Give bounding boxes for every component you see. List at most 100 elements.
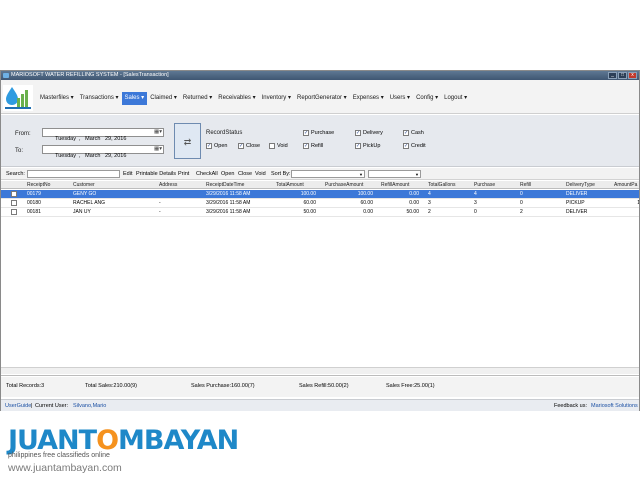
- purchase-checkbox[interactable]: ✓ Purchase: [303, 130, 334, 136]
- menu-item[interactable]: Claimed ▾: [147, 92, 180, 105]
- feedback-label: Feedback us:: [554, 403, 588, 409]
- close-button[interactable]: x: [628, 72, 637, 79]
- print-button[interactable]: Print: [178, 170, 189, 178]
- menu-item[interactable]: Logout ▾: [441, 92, 470, 105]
- refill-checkbox-label: Refill: [311, 143, 324, 149]
- maximize-button[interactable]: □: [618, 72, 627, 79]
- column-header[interactable]: RefillAmount: [381, 181, 423, 189]
- table-cell: PICKUP: [566, 200, 585, 206]
- menu-item[interactable]: Transactions ▾: [77, 92, 122, 105]
- credit-checkbox[interactable]: ✓ Credit: [403, 143, 426, 149]
- table-cell: 50.00: [406, 209, 419, 215]
- pickup-checkbox[interactable]: ✓ PickUp: [355, 143, 380, 149]
- table-cell: 0.00: [409, 191, 419, 197]
- sales-purchase: Sales Purchase:160.00(7): [191, 383, 255, 389]
- table-cell: 2: [520, 209, 523, 215]
- column-header[interactable]: Purchase: [474, 181, 514, 189]
- delivery-checkbox[interactable]: ✓ Delivery: [355, 130, 383, 136]
- from-date-picker[interactable]: Tuesday , March 29, 2016 ▦▾: [42, 128, 164, 142]
- column-header[interactable]: Refill: [520, 181, 560, 189]
- checkbox-icon: ✓: [206, 143, 212, 149]
- open-checkbox-label: Open: [214, 143, 228, 149]
- void-checkbox[interactable]: Void: [269, 143, 288, 149]
- column-header[interactable]: PurchaseAmount: [325, 181, 377, 189]
- sort-field-dropdown[interactable]: ▼: [291, 170, 365, 178]
- table-row[interactable]: 00179 GENY GO 3/29/2016 11:58 AM 100.00 100.…: [1, 190, 639, 199]
- minimize-button[interactable]: _: [608, 72, 617, 79]
- menu-item[interactable]: Config ▾: [413, 92, 441, 105]
- menu-item[interactable]: Returned ▾: [180, 92, 215, 105]
- table-cell: 3/29/2016 11:58 AM: [206, 191, 251, 197]
- grid-toolbar: Search: Edit Printable Details Print Che…: [1, 168, 639, 180]
- close-checkbox[interactable]: ✓ Close: [238, 143, 260, 149]
- sort-by-label: Sort By:: [271, 171, 291, 177]
- menu-item[interactable]: Expenses ▾: [350, 92, 387, 105]
- edit-button[interactable]: Edit: [123, 170, 132, 178]
- feedback-link[interactable]: Mariosoft Solutions: [591, 403, 638, 409]
- table-row[interactable]: 00181 JAN UY - 3/29/2016 11:58 AM 50.00 0.00 5…: [1, 208, 639, 217]
- open-button[interactable]: Open: [221, 170, 234, 178]
- app-window: MARIOSOFT WATER REFILLING SYSTEM - [Sale…: [0, 70, 640, 411]
- water-drop-logo-icon: [3, 85, 33, 111]
- column-header[interactable]: AmountPa: [614, 181, 639, 189]
- column-header[interactable]: Address: [159, 181, 199, 189]
- calendar-icon[interactable]: ▦▾: [154, 129, 162, 136]
- menu-item[interactable]: Users ▾: [387, 92, 413, 105]
- column-header[interactable]: TotalGallons: [428, 181, 468, 189]
- table-cell: 4: [428, 191, 431, 197]
- table-cell: RACHEL ANG: [73, 200, 106, 206]
- table-cell: 60.00: [360, 200, 373, 206]
- calendar-icon[interactable]: ▦▾: [154, 146, 162, 153]
- table-cell: 3: [428, 200, 431, 206]
- void-button[interactable]: Void: [255, 170, 266, 178]
- cash-checkbox[interactable]: ✓ Cash: [403, 130, 424, 136]
- purchase-checkbox-label: Purchase: [311, 130, 335, 136]
- userguide-link[interactable]: UserGuide: [5, 403, 31, 409]
- to-date-picker[interactable]: Tuesday , March 29, 2016 ▦▾: [42, 145, 164, 159]
- table-cell: 00181: [27, 209, 41, 215]
- column-header[interactable]: ReceiptDateTime: [206, 181, 271, 189]
- search-input[interactable]: [27, 170, 120, 178]
- table-cell: 4: [474, 191, 477, 197]
- checkbox-icon: ✓: [303, 143, 309, 149]
- checkbox-icon: ✓: [303, 130, 309, 136]
- column-header[interactable]: DeliveryType: [566, 181, 611, 189]
- menu-item[interactable]: Sales ▾: [121, 92, 148, 105]
- table-cell: GENY GO: [73, 191, 97, 197]
- credit-checkbox-label: Credit: [411, 143, 426, 149]
- printable-details-button[interactable]: Printable Details: [136, 170, 176, 178]
- checkbox-icon: ✓: [403, 143, 409, 149]
- open-checkbox[interactable]: ✓ Open: [206, 143, 227, 149]
- main-menu: Masterfiles ▾ Transactions ▾ Sales ▾ Claime…: [37, 92, 470, 105]
- horizontal-scrollbar[interactable]: [1, 367, 639, 374]
- table-cell: 100.00: [357, 191, 373, 197]
- column-header[interactable]: ReceiptNo: [27, 181, 67, 189]
- watermark: JUANTOMBAYAN philippines free classified…: [8, 425, 239, 475]
- checkbox-icon: ✓: [238, 143, 244, 149]
- sort-order-dropdown[interactable]: ▼: [368, 170, 421, 178]
- row-checkbox[interactable]: [11, 200, 17, 206]
- column-header[interactable]: TotalAmount: [276, 181, 320, 189]
- close-record-button[interactable]: Close: [238, 170, 252, 178]
- check-all-button[interactable]: CheckAll: [196, 170, 218, 178]
- go-button[interactable]: ⇄: [174, 123, 201, 159]
- table-cell: 00180: [27, 200, 41, 206]
- menu-item[interactable]: ReportGenerator ▾: [294, 92, 350, 105]
- menu-item[interactable]: Inventory ▾: [259, 92, 294, 105]
- menu-item[interactable]: Masterfiles ▾: [37, 92, 77, 105]
- row-checkbox[interactable]: [11, 209, 17, 215]
- table-cell: 60.00: [303, 200, 316, 206]
- checkbox-icon: ✓: [355, 143, 361, 149]
- menu-item[interactable]: Receivables ▾: [215, 92, 258, 105]
- table-cell: 0.00: [363, 209, 373, 215]
- sales-free: Sales Free:25.00(1): [386, 383, 435, 389]
- refill-checkbox[interactable]: ✓ Refill: [303, 143, 323, 149]
- table-row[interactable]: 00180 RACHEL ANG - 3/29/2016 11:58 AM 60.00 6…: [1, 199, 639, 208]
- row-checkbox[interactable]: [11, 191, 17, 197]
- table-cell: [159, 190, 195, 199]
- table-cell: 3: [474, 200, 477, 206]
- column-header[interactable]: Customer: [73, 181, 153, 189]
- table-cell: [614, 190, 639, 199]
- table-cell: 0: [520, 200, 523, 206]
- checkbox-icon: [269, 143, 275, 149]
